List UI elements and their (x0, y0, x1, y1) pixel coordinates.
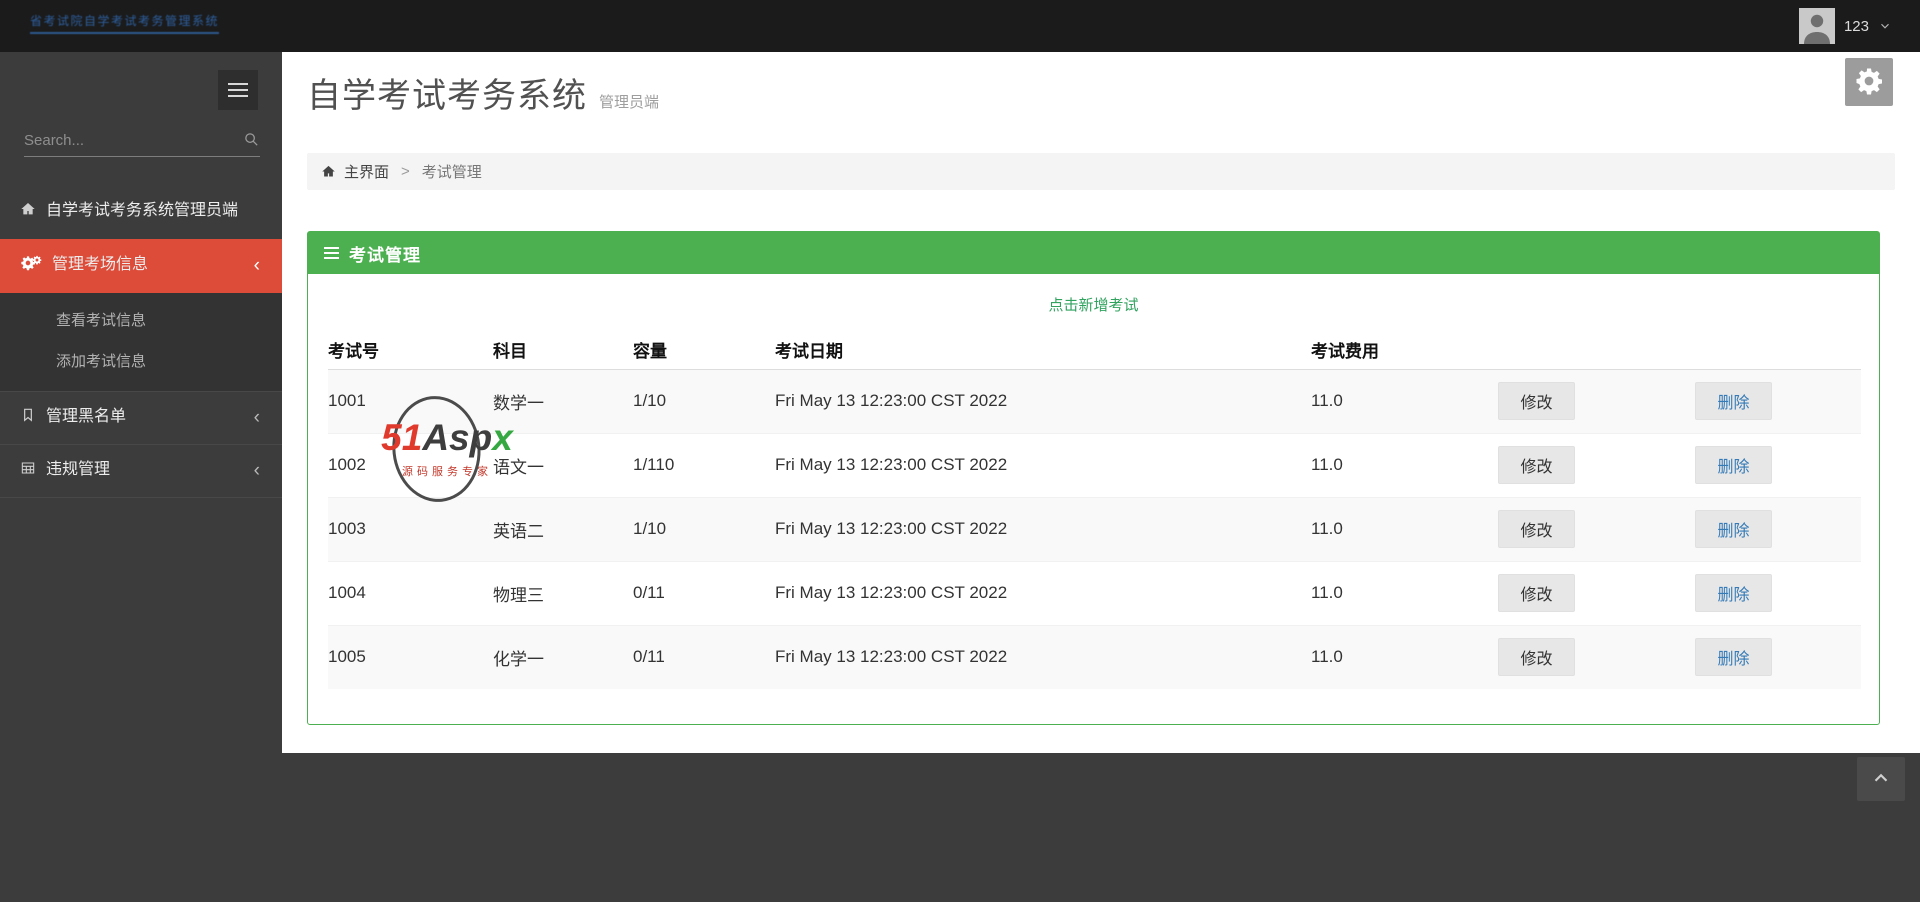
page-title: 自学考试考务系统 (307, 77, 587, 115)
main-content: 自学考试考务系统 管理员端 主界面 > 考试管理 考试管理 点击新增考试 考试号 (282, 52, 1920, 753)
exam-id-cell: 1004 (328, 560, 493, 625)
exam-subject-cell: 物理三 (493, 560, 633, 625)
sidebar-subitem-view-exams[interactable]: 查看考试信息 (0, 299, 282, 340)
chevron-left-icon: ‹ (253, 407, 260, 428)
edit-button[interactable]: 修改 (1498, 574, 1575, 612)
chevron-up-icon (1870, 767, 1892, 792)
back-to-top-button[interactable] (1857, 757, 1905, 801)
avatar-image (1798, 8, 1835, 44)
sidebar-item-manage-rooms[interactable]: 管理考场信息 ‹ (0, 239, 282, 293)
breadcrumb-current: 考试管理 (421, 164, 482, 181)
sidebar-submenu: 查看考试信息 添加考试信息 (0, 293, 282, 391)
exam-date-cell: Fri May 13 12:23:00 CST 2022 (775, 624, 1311, 689)
sidebar-item-admin-home[interactable]: 自学考试考务系统管理员端 (0, 185, 282, 239)
sidebar-toggle-button[interactable] (218, 70, 258, 110)
sidebar: 自学考试考务系统管理员端 管理考场信息 ‹ 查看考试信息 添加考试信息 管理黑名… (0, 52, 282, 902)
panel-body: 点击新增考试 考试号 科目 容量 考试日期 考试费用 1001 数学一 1/10… (308, 274, 1879, 724)
panel-header: 考试管理 (308, 232, 1879, 274)
exam-capacity-cell: 0/11 (633, 560, 775, 625)
exam-fee-cell: 11.0 (1311, 432, 1486, 497)
chevron-left-icon: ‹ (253, 255, 260, 276)
delete-button[interactable]: 删除 (1695, 638, 1772, 677)
edit-button[interactable]: 修改 (1498, 446, 1575, 484)
chevron-down-icon (1878, 19, 1892, 33)
exam-subject-cell: 英语二 (493, 496, 633, 561)
exam-fee-cell: 11.0 (1311, 624, 1486, 689)
col-capacity: 容量 (633, 331, 775, 370)
sidebar-item-label: 违规管理 (46, 461, 111, 478)
delete-button[interactable]: 删除 (1695, 574, 1772, 612)
table-row: 1005 化学一 0/11 Fri May 13 12:23:00 CST 20… (328, 624, 1861, 689)
col-edit (1486, 331, 1683, 370)
table-row: 1004 物理三 0/11 Fri May 13 12:23:00 CST 20… (328, 560, 1861, 625)
sidebar-item-blacklist[interactable]: 管理黑名单 ‹ (0, 391, 282, 444)
table-row: 1003 英语二 1/10 Fri May 13 12:23:00 CST 20… (328, 496, 1861, 561)
home-icon (321, 164, 336, 179)
exam-id-cell: 1001 (328, 391, 366, 410)
search-icon (243, 131, 260, 153)
exam-subject-cell: 化学一 (493, 624, 633, 689)
page-header: 自学考试考务系统 管理员端 (307, 68, 1920, 117)
sidebar-item-label: 管理考场信息 (52, 256, 149, 273)
list-icon (324, 247, 339, 259)
page-subtitle: 管理员端 (599, 94, 660, 111)
breadcrumb-home-link[interactable]: 主界面 (344, 161, 389, 182)
topbar: 省考试院自学考试考务管理系统 123 (0, 0, 1920, 52)
panel-title: 考试管理 (349, 245, 421, 265)
gear-icon (1854, 66, 1884, 99)
bookmark-icon (20, 407, 36, 431)
col-date: 考试日期 (775, 331, 1311, 370)
exam-subject-cell: 语文一 (493, 432, 633, 497)
delete-button[interactable]: 删除 (1695, 510, 1772, 548)
exam-capacity-cell: 0/11 (633, 624, 775, 689)
exam-capacity-cell: 1/10 (633, 391, 667, 410)
sidebar-subitem-add-exam[interactable]: 添加考试信息 (0, 340, 282, 381)
exam-id-cell: 1003 (328, 496, 493, 561)
cogs-icon (20, 255, 42, 279)
exam-date-cell: Fri May 13 12:23:00 CST 2022 (775, 391, 1008, 410)
exam-table: 考试号 科目 容量 考试日期 考试费用 1001 数学一 1/10 Fri Ma… (328, 331, 1861, 689)
chevron-left-icon: ‹ (253, 460, 260, 481)
exam-panel: 考试管理 点击新增考试 考试号 科目 容量 考试日期 考试费用 1001 数学一… (307, 231, 1880, 725)
user-name: 123 (1843, 17, 1869, 35)
table-row: 1001 数学一 1/10 Fri May 13 12:23:00 CST 20… (328, 369, 1861, 433)
delete-button[interactable]: 删除 (1695, 446, 1772, 484)
search-input[interactable] (24, 128, 260, 157)
exam-subject-cell: 数学一 (493, 393, 544, 413)
exam-date-cell: Fri May 13 12:23:00 CST 2022 (775, 432, 1311, 497)
sidebar-item-label: 管理黑名单 (46, 408, 127, 425)
user-avatar (1798, 8, 1835, 44)
table-header-row: 考试号 科目 容量 考试日期 考试费用 (328, 331, 1861, 370)
user-menu[interactable]: 123 (1798, 8, 1892, 44)
sidebar-item-violations[interactable]: 违规管理 ‹ (0, 444, 282, 498)
exam-fee-cell: 11.0 (1311, 496, 1486, 561)
sidebar-menu: 自学考试考务系统管理员端 管理考场信息 ‹ 查看考试信息 添加考试信息 管理黑名… (0, 185, 282, 498)
sidebar-item-label: 自学考试考务系统管理员端 (46, 202, 239, 219)
exam-id-cell: 1005 (328, 624, 493, 689)
home-icon (20, 201, 36, 225)
delete-button[interactable]: 删除 (1695, 382, 1772, 420)
exam-date-cell: Fri May 13 12:23:00 CST 2022 (775, 560, 1311, 625)
col-subject: 科目 (493, 331, 633, 370)
settings-button[interactable] (1845, 58, 1893, 106)
exam-id-cell: 1002 (328, 432, 493, 497)
table-icon (20, 460, 36, 484)
exam-fee-cell: 11.0 (1311, 391, 1343, 410)
col-exam-id: 考试号 (328, 331, 493, 370)
exam-capacity-cell: 1/10 (633, 496, 775, 561)
edit-button[interactable]: 修改 (1498, 638, 1575, 677)
edit-button[interactable]: 修改 (1498, 510, 1575, 548)
exam-date-cell: Fri May 13 12:23:00 CST 2022 (775, 496, 1311, 561)
table-row: 1002 语文一 1/110 Fri May 13 12:23:00 CST 2… (328, 432, 1861, 497)
exam-fee-cell: 11.0 (1311, 560, 1486, 625)
col-delete (1683, 331, 1861, 370)
app-logo: 省考试院自学考试考务管理系统 (30, 12, 220, 34)
sidebar-search (24, 128, 260, 157)
col-fee: 考试费用 (1311, 331, 1486, 370)
edit-button[interactable]: 修改 (1498, 382, 1575, 420)
breadcrumb: 主界面 > 考试管理 (307, 153, 1895, 190)
add-exam-link[interactable]: 点击新增考试 (328, 274, 1859, 331)
breadcrumb-separator: > (401, 163, 410, 180)
exam-capacity-cell: 1/110 (633, 432, 775, 497)
